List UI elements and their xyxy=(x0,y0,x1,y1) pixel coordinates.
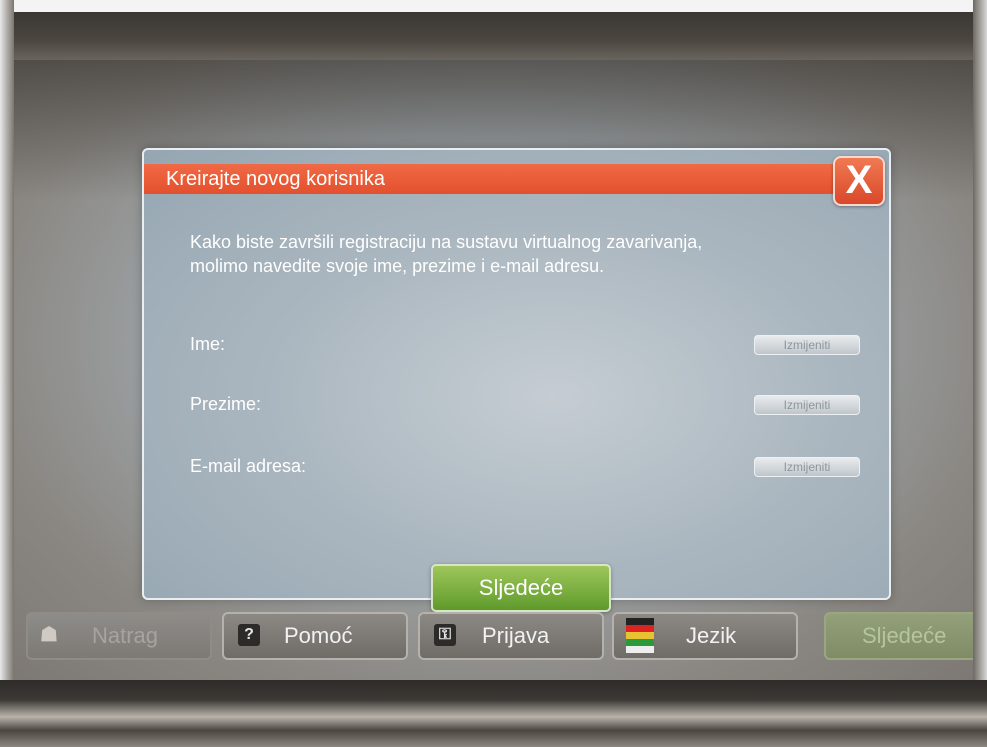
last-name-label: Prezime: xyxy=(190,394,262,414)
screen: Kreirajte novog korisnika X Kako biste z… xyxy=(14,60,973,682)
key-icon: ⚿ xyxy=(434,624,456,646)
help-icon: ? xyxy=(238,624,260,646)
edit-first-name-button[interactable]: Izmijeniti xyxy=(754,335,860,355)
dialog-header: Kreirajte novog korisnika xyxy=(144,164,844,194)
create-user-dialog: Kreirajte novog korisnika X Kako biste z… xyxy=(142,148,891,612)
field-row-email: E-mail adresa: Izmijeniti xyxy=(190,454,860,480)
first-name-label: Ime: xyxy=(190,334,226,354)
language-label: Jezik xyxy=(686,623,737,648)
close-icon: X xyxy=(845,158,873,202)
close-button[interactable]: X xyxy=(833,156,885,206)
edit-email-button[interactable]: Izmijeniti xyxy=(754,457,860,477)
next-label: Sljedeće xyxy=(862,623,947,648)
dialog-title: Kreirajte novog korisnika xyxy=(166,168,385,190)
intro-line-2: molimo navedite svoje ime, prezime i e-m… xyxy=(190,256,605,276)
intro-line-1: Kako biste završili registraciju na sust… xyxy=(190,232,703,252)
device-bezel-bottom xyxy=(0,680,987,747)
device-bezel-right xyxy=(973,0,987,747)
dialog-next-button[interactable]: Sljedeće xyxy=(431,564,611,612)
next-button[interactable]: Sljedeće xyxy=(824,612,973,660)
back-button[interactable]: ☗ Natrag xyxy=(26,612,212,660)
language-button[interactable]: Jezik xyxy=(612,612,798,660)
home-icon: ☗ xyxy=(40,624,58,646)
back-label: Natrag xyxy=(92,623,159,648)
flag-icon xyxy=(626,618,654,654)
intro-text: Kako biste završili registraciju na sust… xyxy=(190,230,850,278)
edit-last-name-button[interactable]: Izmijeniti xyxy=(754,395,860,415)
email-label: E-mail adresa: xyxy=(190,456,307,476)
login-button[interactable]: ⚿ Prijava xyxy=(418,612,604,660)
device-bezel-left xyxy=(0,0,14,747)
help-button[interactable]: ? Pomoć xyxy=(222,612,408,660)
device-bezel-top xyxy=(0,0,987,62)
field-row-last-name: Prezime: Izmijeniti xyxy=(190,392,860,418)
login-label: Prijava xyxy=(482,623,550,648)
field-row-first-name: Ime: Izmijeniti xyxy=(190,332,860,358)
help-label: Pomoć xyxy=(284,623,353,648)
